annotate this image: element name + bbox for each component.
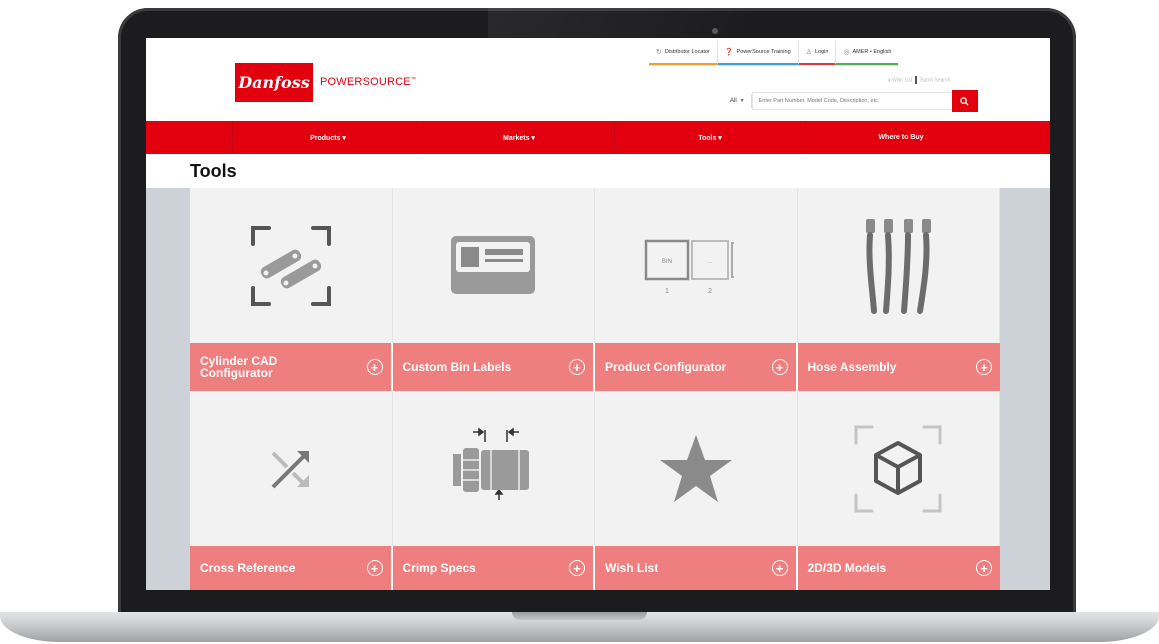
nav-products[interactable]: Products ▾ xyxy=(233,121,424,154)
tool-hose-assembly[interactable]: Hose Assembly + xyxy=(797,343,1000,391)
tool-label: Hose Assembly xyxy=(807,360,897,374)
cylinder-cad-icon xyxy=(250,225,331,306)
tool-label: Custom Bin Labels xyxy=(402,360,512,374)
help-circle-icon: ❓ xyxy=(724,49,734,56)
wish-list-link[interactable]: ♦ Wish List xyxy=(888,77,912,83)
tool-label: Product Configurator xyxy=(605,360,727,374)
configurator-box1-text: BIN xyxy=(662,259,672,265)
tool-tile-image[interactable] xyxy=(190,188,393,343)
tool-crimp-specs[interactable]: Crimp Specs + xyxy=(392,546,595,590)
training-link[interactable]: ❓ PowerSource Training xyxy=(717,41,799,65)
bin-label-icon xyxy=(451,235,536,294)
search-scope-select[interactable]: All ▼ xyxy=(724,94,752,108)
star-icon xyxy=(659,434,732,502)
brand-part-2: SOURCE xyxy=(362,76,411,88)
tool-cylinder-cad[interactable]: Cylinder CAD Configurator + xyxy=(190,343,393,391)
divider xyxy=(915,76,918,84)
plus-circle-icon[interactable]: + xyxy=(976,560,992,576)
cube-icon xyxy=(854,425,942,512)
tool-label: Cross Reference xyxy=(200,561,296,575)
plus-circle-icon[interactable]: + xyxy=(771,359,788,375)
tool-label: Wish List xyxy=(605,561,659,575)
nav-markets[interactable]: Markets ▾ xyxy=(424,121,615,154)
main-nav: Products ▾ Markets ▾ Tools ▾ Where to Bu… xyxy=(146,121,1050,154)
tool-label: Crimp Specs xyxy=(402,561,476,575)
tool-2d-3d-models[interactable]: 2D/3D Models + xyxy=(797,546,1000,590)
search-input[interactable] xyxy=(751,92,952,110)
tool-label: 2D/3D Models xyxy=(807,561,887,575)
powersource-wordmark: POWERSOURCE™ xyxy=(320,76,416,88)
tool-wish-list[interactable]: Wish List + xyxy=(595,546,798,590)
configurator-box2-text: ... xyxy=(707,259,712,265)
plus-circle-icon[interactable]: + xyxy=(569,359,585,375)
tool-tile-image[interactable] xyxy=(392,391,595,546)
tool-product-configurator[interactable]: Product Configurator + xyxy=(595,343,798,391)
cross-reference-icon xyxy=(271,450,309,488)
crimp-specs-icon xyxy=(453,427,530,500)
tool-custom-bin-labels[interactable]: Custom Bin Labels + xyxy=(392,343,595,391)
search-icon xyxy=(960,96,969,106)
tool-label: Cylinder CAD Configurator xyxy=(200,354,278,380)
hose-assembly-icon xyxy=(866,218,932,314)
plus-circle-icon[interactable]: + xyxy=(366,560,383,576)
nav-spacer xyxy=(146,121,233,154)
region-label: AMER • English xyxy=(852,49,892,55)
brand-part-1: POWER xyxy=(320,76,363,88)
secondary-links: ♦ Wish List Batch Search xyxy=(888,76,950,84)
refresh-icon: ↻ xyxy=(656,49,662,56)
region-selector[interactable]: ◎ AMER • English xyxy=(836,41,899,65)
search-scope-value: All xyxy=(730,98,737,104)
tool-cross-reference[interactable]: Cross Reference + xyxy=(190,546,393,590)
configurator-icon: BIN ... 1 2 xyxy=(644,239,734,295)
laptop-notch xyxy=(512,612,647,620)
distributor-locator-link[interactable]: ↻ Distributor Locator xyxy=(649,41,718,65)
search-button[interactable] xyxy=(951,90,978,112)
user-icon: ♙ xyxy=(805,49,812,56)
batch-search-link[interactable]: Batch Search xyxy=(920,77,950,83)
configurator-step1-text: 1 xyxy=(665,288,669,295)
camera xyxy=(712,28,718,34)
nav-tools[interactable]: Tools ▾ xyxy=(615,121,806,154)
page-title: Tools xyxy=(190,161,237,181)
browser-screen: Danfoss POWERSOURCE™ ↻ Distributor Locat… xyxy=(146,38,1050,590)
distributor-locator-label: Distributor Locator xyxy=(664,49,710,55)
utility-nav: ↻ Distributor Locator ❓ PowerSource Trai… xyxy=(649,41,899,66)
chevron-down-icon: ▼ xyxy=(739,98,745,104)
tools-grid: BIN ... 1 2 Cylinder CAD Configurator + … xyxy=(190,188,1000,590)
globe-icon: ◎ xyxy=(843,49,850,56)
tool-tile-image[interactable] xyxy=(797,391,1000,546)
login-link[interactable]: ♙ Login xyxy=(798,41,837,65)
tool-tile-image[interactable] xyxy=(190,391,393,546)
plus-circle-icon[interactable]: + xyxy=(771,560,788,576)
tool-tile-image[interactable] xyxy=(797,188,1000,343)
trademark: ™ xyxy=(410,76,417,83)
training-label: PowerSource Training xyxy=(736,49,791,55)
tool-tile-image[interactable] xyxy=(595,391,798,546)
search-bar: All ▼ xyxy=(724,90,978,112)
danfoss-logo[interactable]: Danfoss xyxy=(235,63,313,102)
login-label: Login xyxy=(814,49,829,55)
plus-circle-icon[interactable]: + xyxy=(569,560,585,576)
configurator-step2-text: 2 xyxy=(708,288,712,295)
plus-circle-icon[interactable]: + xyxy=(366,359,383,375)
tool-tile-image[interactable] xyxy=(392,188,595,343)
nav-where-to-buy[interactable]: Where to Buy xyxy=(806,121,996,154)
plus-circle-icon[interactable]: + xyxy=(976,359,992,375)
tool-tile-image[interactable]: BIN ... 1 2 xyxy=(595,188,798,343)
